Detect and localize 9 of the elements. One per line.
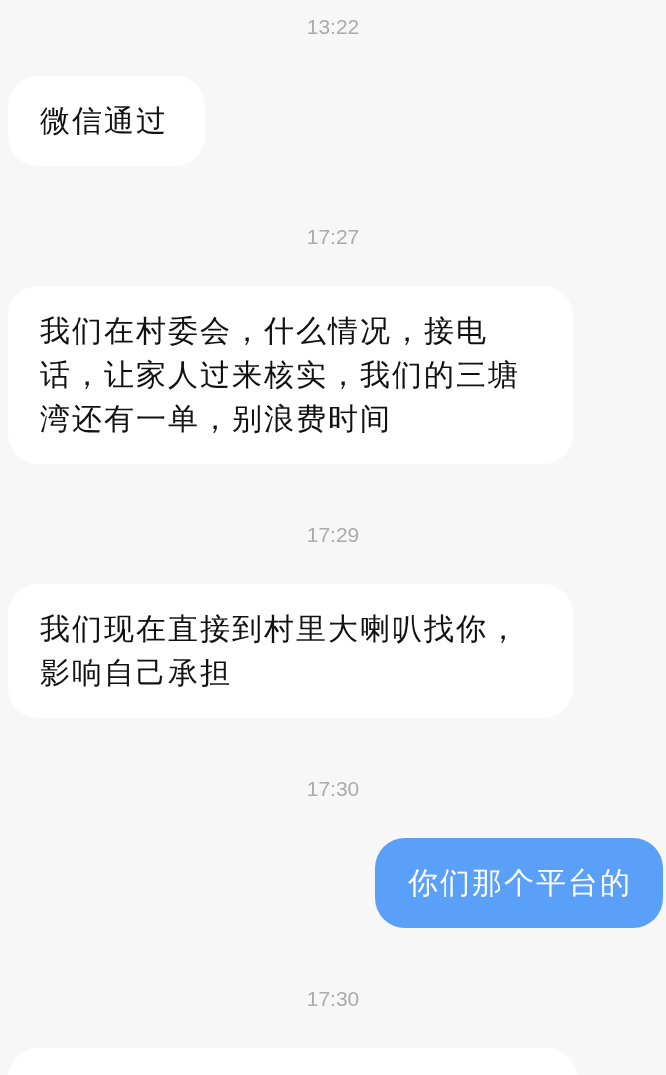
message-bubble: 我们现在直接到村里大喇叭找你，影响自己承担 xyxy=(8,584,573,718)
timestamp: 17:29 xyxy=(306,523,360,547)
timestamp: 17:30 xyxy=(306,777,360,801)
message-bubble: 微信通过 xyxy=(8,76,205,166)
message-bubble: 我们在村委会，什么情况，接电话，让家人过来核实，我们的三塘湾还有一单，别浪费时间 xyxy=(8,286,573,464)
timestamp: 17:30 xyxy=(306,987,360,1011)
message-bubble: 你们那个平台的 xyxy=(375,838,663,928)
timestamp: 17:27 xyxy=(306,225,360,249)
timestamp: 13:22 xyxy=(306,15,360,39)
